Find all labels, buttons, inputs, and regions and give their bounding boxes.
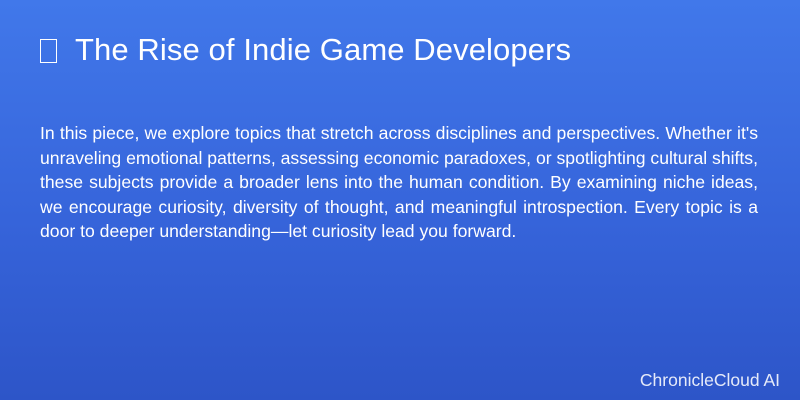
page-title: The Rise of Indie Game Developers <box>75 32 572 67</box>
brand-label: ChronicleCloud AI <box>639 370 780 390</box>
article-card: The Rise of Indie Game Developers In thi… <box>0 0 800 400</box>
header: The Rise of Indie Game Developers <box>40 32 571 68</box>
article-body: In this piece, we explore topics that st… <box>40 123 758 241</box>
unsupported-glyph-box-icon <box>40 39 57 63</box>
